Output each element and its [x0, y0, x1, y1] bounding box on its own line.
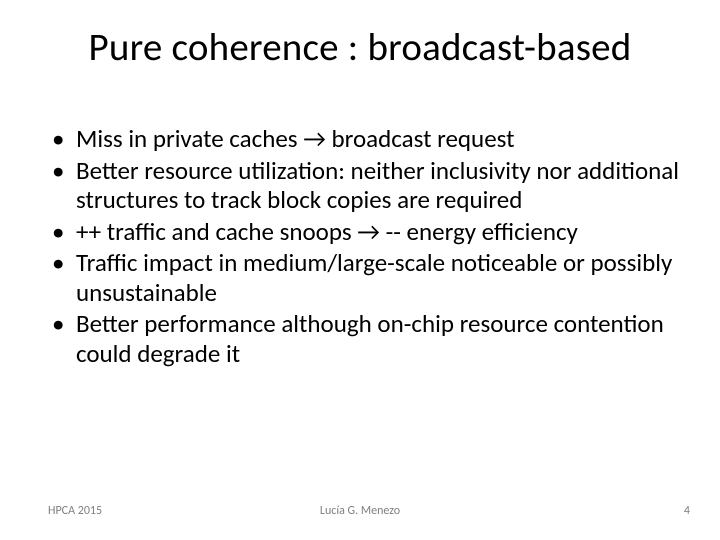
- bullet-item: Better performance although on-chip reso…: [48, 309, 680, 368]
- bullet-item: Better resource utilization: neither inc…: [48, 156, 680, 215]
- slide-title: Pure coherence : broadcast-based: [0, 24, 720, 71]
- bullet-item: Miss in private caches → broadcast reque…: [48, 124, 680, 154]
- bullet-item: Traffic impact in medium/large-scale not…: [48, 248, 680, 307]
- footer-page-number: 4: [684, 504, 690, 518]
- slide: Pure coherence : broadcast-based Miss in…: [0, 0, 720, 540]
- footer-center: Lucía G. Menezo: [0, 504, 720, 518]
- bullet-item: ++ traffic and cache snoops → -- energy …: [48, 217, 680, 247]
- slide-body: Miss in private caches → broadcast reque…: [48, 124, 680, 370]
- bullet-list: Miss in private caches → broadcast reque…: [48, 124, 680, 368]
